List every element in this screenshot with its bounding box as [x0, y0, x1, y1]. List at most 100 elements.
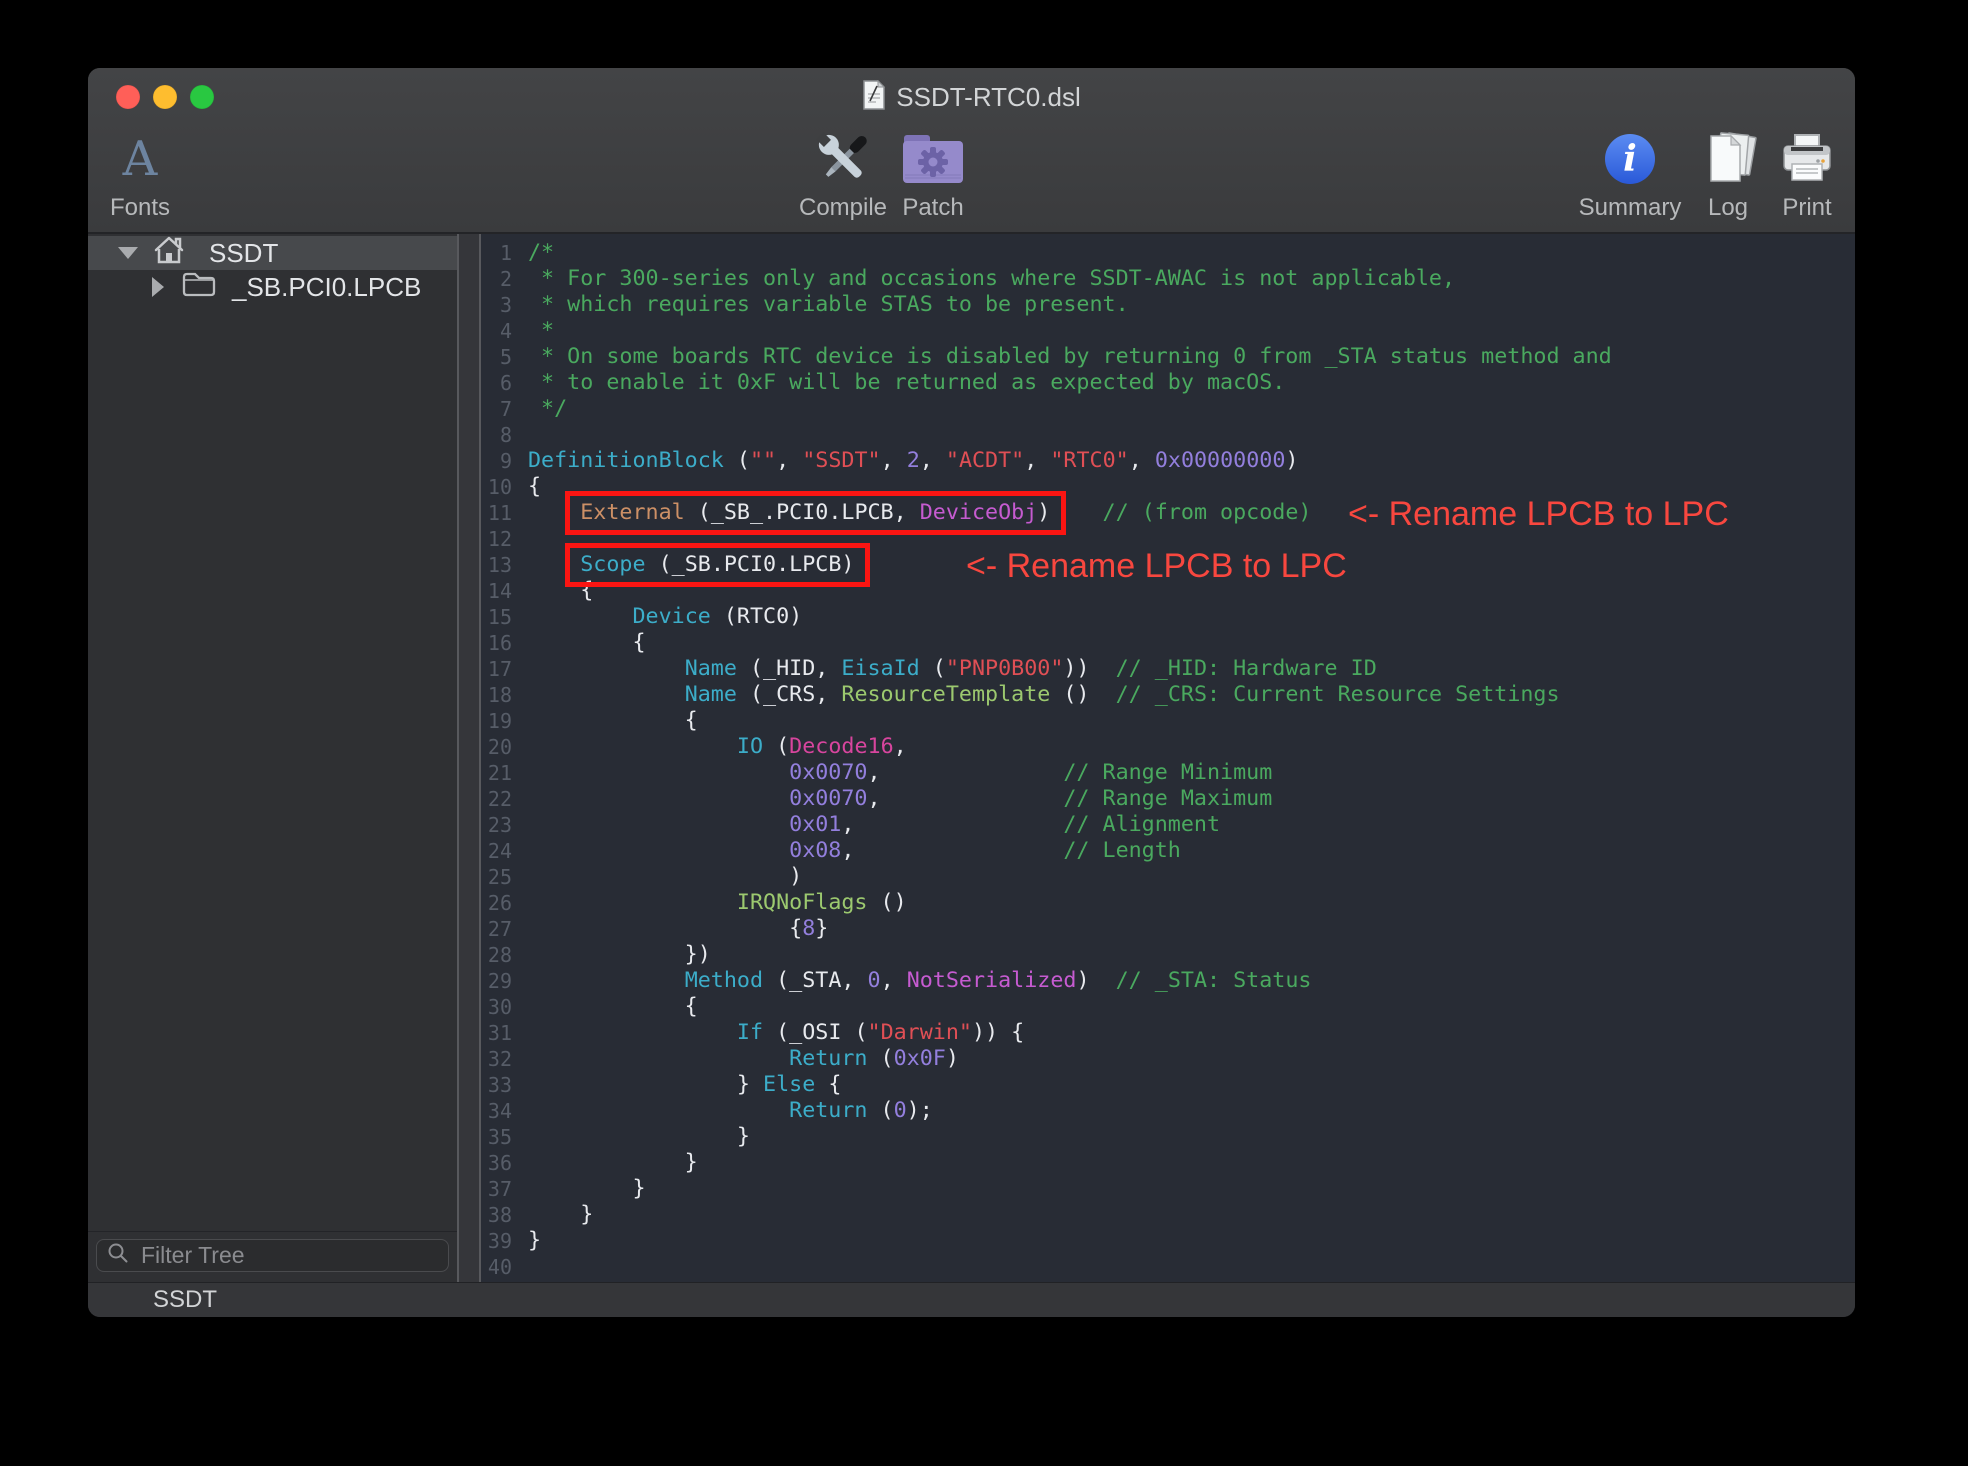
code-text: Return (0);: [512, 1098, 933, 1124]
code-line[interactable]: 4 *: [481, 318, 1855, 344]
code-line[interactable]: 9DefinitionBlock ("", "SSDT", 2, "ACDT",…: [481, 448, 1855, 474]
code-line[interactable]: 38 }: [481, 1202, 1855, 1228]
line-number: 26: [481, 890, 512, 916]
code-line[interactable]: 6 * to enable it 0xF will be returned as…: [481, 370, 1855, 396]
line-number: 12: [481, 526, 512, 552]
code-line[interactable]: 23 0x01, // Alignment: [481, 812, 1855, 838]
line-number: 8: [481, 422, 512, 448]
line-number: 38: [481, 1202, 512, 1228]
code-text: ): [512, 864, 802, 890]
code-text: Scope (_SB.PCI0.LPCB): [512, 552, 854, 578]
code-text: Name (_CRS, ResourceTemplate () // _CRS:…: [512, 682, 1560, 708]
code-line[interactable]: 3 * which requires variable STAS to be p…: [481, 292, 1855, 318]
window-title: SSDT-RTC0.dsl: [896, 82, 1080, 113]
rename-annotation-scope: <- Rename LPCB to LPC: [966, 543, 1347, 589]
code-text: * to enable it 0xF will be returned as e…: [512, 370, 1285, 396]
line-number: 16: [481, 630, 512, 656]
code-text: Device (RTC0): [512, 604, 802, 630]
disclosure-down-icon[interactable]: [118, 247, 138, 259]
code-text: Method (_STA, 0, NotSerialized) // _STA:…: [512, 968, 1311, 994]
code-line[interactable]: 16 {: [481, 630, 1855, 656]
code-line[interactable]: 20 IO (Decode16,: [481, 734, 1855, 760]
line-number: 23: [481, 812, 512, 838]
code-text: }: [512, 1202, 593, 1228]
code-line[interactable]: 22 0x0070, // Range Maximum: [481, 786, 1855, 812]
maciasl-window: SSDT-RTC0.dsl A Fonts: [88, 68, 1855, 1317]
code-line[interactable]: 21 0x0070, // Range Minimum: [481, 760, 1855, 786]
code-text: {8}: [512, 916, 828, 942]
code-line[interactable]: 32 Return (0x0F): [481, 1046, 1855, 1072]
code-text: }: [512, 1176, 646, 1202]
code-line[interactable]: 15 Device (RTC0): [481, 604, 1855, 630]
code-line[interactable]: 18 Name (_CRS, ResourceTemplate () // _C…: [481, 682, 1855, 708]
code-text: 0x0070, // Range Maximum: [512, 786, 1272, 812]
line-number: 30: [481, 994, 512, 1020]
code-line[interactable]: 25 ): [481, 864, 1855, 890]
code-text: {: [512, 474, 541, 500]
code-line[interactable]: 2 * For 300-series only and occasions wh…: [481, 266, 1855, 292]
magnifier-icon: [107, 1242, 129, 1269]
code-line[interactable]: 19 {: [481, 708, 1855, 734]
code-text: } Else {: [512, 1072, 841, 1098]
folder-icon: [182, 270, 216, 304]
line-number: 13: [481, 552, 512, 578]
code-line[interactable]: 36 }: [481, 1150, 1855, 1176]
code-text: If (_OSI ("Darwin")) {: [512, 1020, 1024, 1046]
code-line[interactable]: 5 * On some boards RTC device is disable…: [481, 344, 1855, 370]
code-line[interactable]: 28 }): [481, 942, 1855, 968]
line-number: 19: [481, 708, 512, 734]
line-number: 39: [481, 1228, 512, 1254]
code-line[interactable]: 26 IRQNoFlags (): [481, 890, 1855, 916]
code-text: *: [512, 318, 554, 344]
filter-tree-input[interactable]: [139, 1241, 439, 1270]
window-header: SSDT-RTC0.dsl A Fonts: [88, 68, 1855, 234]
sidebar-item-ssdt[interactable]: SSDT: [88, 236, 457, 270]
fonts-button[interactable]: A Fonts: [88, 126, 210, 222]
code-text: {: [512, 994, 698, 1020]
code-line[interactable]: 31 If (_OSI ("Darwin")) {: [481, 1020, 1855, 1046]
line-number: 17: [481, 656, 512, 682]
code-line[interactable]: 17 Name (_HID, EisaId ("PNP0B00")) // _H…: [481, 656, 1855, 682]
code-editor[interactable]: 1/*2 * For 300-series only and occasions…: [481, 234, 1855, 1283]
code-text: 0x08, // Length: [512, 838, 1181, 864]
line-number: 20: [481, 734, 512, 760]
code-line[interactable]: 40: [481, 1254, 1855, 1280]
line-number: 32: [481, 1046, 512, 1072]
code-text: * For 300-series only and occasions wher…: [512, 266, 1455, 292]
titlebar: SSDT-RTC0.dsl: [88, 68, 1855, 126]
code-text: }): [512, 942, 711, 968]
line-number: 9: [481, 448, 512, 474]
line-number: 22: [481, 786, 512, 812]
splitview-divider[interactable]: [457, 234, 481, 1283]
code-line[interactable]: 37 }: [481, 1176, 1855, 1202]
code-line[interactable]: 1/*: [481, 240, 1855, 266]
code-line[interactable]: 27 {8}: [481, 916, 1855, 942]
line-number: 18: [481, 682, 512, 708]
code-text: }: [512, 1124, 750, 1150]
code-text: Name (_HID, EisaId ("PNP0B00")) // _HID:…: [512, 656, 1377, 682]
sidebar-item-sb-pci0-lpcb[interactable]: _SB.PCI0.LPCB: [88, 270, 457, 304]
line-number: 7: [481, 396, 512, 422]
code-line[interactable]: 8: [481, 422, 1855, 448]
code-text: {: [512, 708, 698, 734]
code-line[interactable]: 7 */: [481, 396, 1855, 422]
info-circle-icon: i: [1604, 126, 1656, 192]
disclosure-right-icon[interactable]: [152, 277, 164, 297]
code-text: IO (Decode16,: [512, 734, 907, 760]
code-line[interactable]: 39}: [481, 1228, 1855, 1254]
code-line[interactable]: 35 }: [481, 1124, 1855, 1150]
print-button[interactable]: Print: [1737, 126, 1855, 222]
line-number: 37: [481, 1176, 512, 1202]
code-line[interactable]: 33 } Else {: [481, 1072, 1855, 1098]
ssdt-tree: SSDT _SB.PCI0.LPCB: [88, 234, 457, 1231]
line-number: 2: [481, 266, 512, 292]
line-number: 10: [481, 474, 512, 500]
statusbar: SSDT: [88, 1282, 1855, 1317]
line-number: 36: [481, 1150, 512, 1176]
patch-button[interactable]: Patch: [863, 126, 1003, 222]
code-line[interactable]: 24 0x08, // Length: [481, 838, 1855, 864]
code-line[interactable]: 30 {: [481, 994, 1855, 1020]
code-text: * On some boards RTC device is disabled …: [512, 344, 1612, 370]
code-line[interactable]: 29 Method (_STA, 0, NotSerialized) // _S…: [481, 968, 1855, 994]
code-line[interactable]: 34 Return (0);: [481, 1098, 1855, 1124]
